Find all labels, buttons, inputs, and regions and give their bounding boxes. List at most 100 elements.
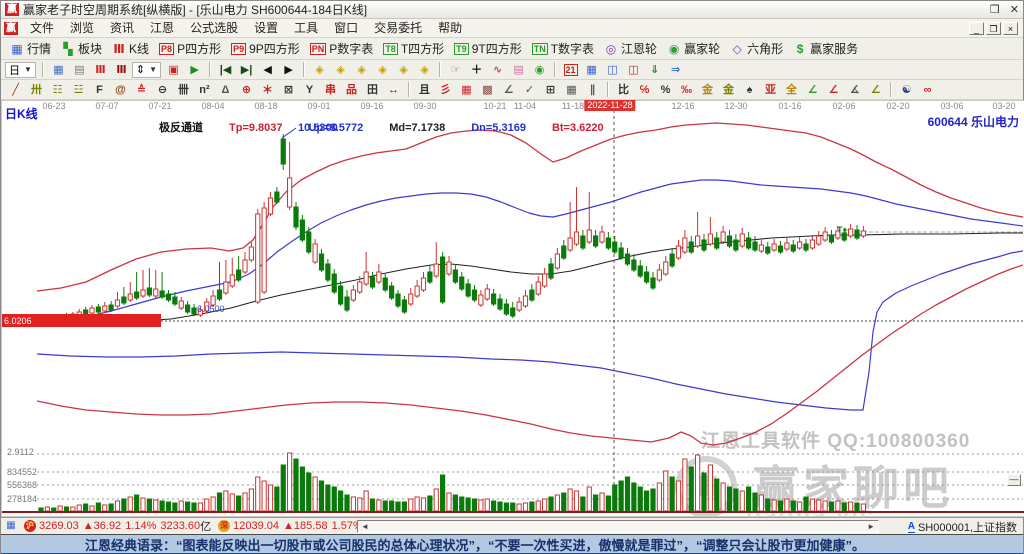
step-back-icon[interactable]: ◀ (258, 62, 277, 78)
rays-icon[interactable]: 彡 (436, 82, 455, 98)
gann-diamond-compress-icon[interactable]: ◈ (373, 62, 392, 78)
pen-tool-icon[interactable]: ╱ (6, 82, 25, 98)
quote-board-icon[interactable]: ▤ (70, 62, 89, 78)
sheet-icon[interactable]: ⊞ (541, 82, 560, 98)
calculator-icon[interactable]: ▦ (582, 62, 601, 78)
gann-diamond-right-icon[interactable]: ◈ (331, 62, 350, 78)
go-first-icon[interactable]: |◀ (216, 62, 235, 78)
winner-wheel-button[interactable]: ◉赢家轮 (662, 39, 725, 58)
menu-设置[interactable]: 设置 (246, 20, 286, 36)
gold-section2-icon[interactable]: 金 (719, 82, 738, 98)
window-tool-icon[interactable]: 且 (415, 82, 434, 98)
restore-window-button[interactable]: ❐ (990, 3, 1000, 17)
gold-section-icon[interactable]: 金 (698, 82, 717, 98)
hexagon-button[interactable]: ◇六角形 (725, 39, 788, 58)
percent-line-icon[interactable]: ℅ (635, 82, 654, 98)
crosshair-tool-icon[interactable]: ＋ (467, 62, 486, 78)
quote-grid-icon[interactable]: ▦ (4, 520, 18, 532)
parallel-lines-icon[interactable]: ∥ (583, 82, 602, 98)
star-icon[interactable]: ＊ (258, 82, 277, 98)
gann-diamond-up-icon[interactable]: ◈ (394, 62, 413, 78)
cycle-icon[interactable]: ⊖ (153, 82, 172, 98)
t-number-table-button[interactable]: TNT数字表 (527, 39, 599, 58)
menu-文件[interactable]: 文件 (22, 20, 62, 36)
tab-daily-kline[interactable]: 日K线 (5, 105, 38, 122)
t9-square-button[interactable]: T99T四方形 (449, 39, 527, 58)
gann-grid2-icon[interactable]: ☳ (69, 82, 88, 98)
kline-button[interactable]: ⅢK线 (107, 39, 154, 58)
flag-icon[interactable]: ▶ (185, 62, 204, 78)
send-icon[interactable]: ⇒ (666, 62, 685, 78)
winner-service-button[interactable]: $赢家服务 (788, 39, 863, 58)
menu-交易委托[interactable]: 交易委托 (366, 20, 430, 36)
measure-tool-icon[interactable]: ∿ (488, 62, 507, 78)
angle-red-icon[interactable]: ∠ (824, 82, 843, 98)
target-icon[interactable]: ⊕ (237, 82, 256, 98)
dark-grid-icon[interactable]: ▩ (478, 82, 497, 98)
angle-measure-icon[interactable]: ∡ (845, 82, 864, 98)
percent-icon[interactable]: % (656, 82, 675, 98)
red-grid-icon[interactable]: ▦ (457, 82, 476, 98)
overlay-index-icon[interactable]: A (908, 522, 915, 533)
kline-frame-icon[interactable]: ▣ (164, 62, 183, 78)
splitter-collapse-button[interactable]: — (1007, 474, 1021, 486)
pencil-angle-icon[interactable]: ∠ (499, 82, 518, 98)
horizontal-scrollbar[interactable]: ◄ ► (357, 520, 879, 533)
gann-diamond-expand-icon[interactable]: ◈ (352, 62, 371, 78)
gann-diamond-down-icon[interactable]: ◈ (415, 62, 434, 78)
red-level-icon[interactable]: 亚 (761, 82, 780, 98)
scale-dropdown[interactable]: ⇕▼ (132, 62, 161, 78)
gann-wheel-button[interactable]: ◎江恩轮 (599, 39, 662, 58)
menu-窗口[interactable]: 窗口 (326, 20, 366, 36)
step-forward-icon[interactable]: ▶ (279, 62, 298, 78)
menu-江恩[interactable]: 江恩 (142, 20, 182, 36)
save-red-icon[interactable]: ◫ (624, 62, 643, 78)
n2-grid-icon[interactable]: n² (195, 82, 214, 98)
spade-marker-icon[interactable]: ♠ (740, 82, 759, 98)
gann-grid-icon[interactable]: ☷ (48, 82, 67, 98)
gold-box-icon[interactable]: 全 (782, 82, 801, 98)
sheet2-icon[interactable]: ▦ (562, 82, 581, 98)
go-last-icon[interactable]: ▶| (237, 62, 256, 78)
angle-green-icon[interactable]: ∠ (803, 82, 822, 98)
quotes-button[interactable]: ▦行情 (5, 39, 56, 58)
kline-chart-canvas[interactable]: 6.02066.0500T+2.9112834552556368278184 (1, 100, 1024, 517)
infinity-icon[interactable]: ∞ (918, 82, 937, 98)
box-x-icon[interactable]: ⊠ (279, 82, 298, 98)
permille-icon[interactable]: ‰ (677, 82, 696, 98)
menu-公式选股[interactable]: 公式选股 (182, 20, 246, 36)
menu-浏览[interactable]: 浏览 (62, 20, 102, 36)
gann-lines-icon[interactable]: 卅 (27, 82, 46, 98)
p-square-button[interactable]: P8P四方形 (154, 39, 226, 58)
spiral-icon[interactable]: @ (111, 82, 130, 98)
marker-icon[interactable]: ≙ (132, 82, 151, 98)
grid-icon[interactable]: 田 (363, 82, 382, 98)
pagoda-icon[interactable]: 串 (321, 82, 340, 98)
p9-square-button[interactable]: P99P四方形 (226, 39, 305, 58)
menu-资讯[interactable]: 资讯 (102, 20, 142, 36)
check-line-icon[interactable]: ✓ (520, 82, 539, 98)
menu-帮助[interactable]: 帮助 (430, 20, 470, 36)
minimize-child-button[interactable]: _ (969, 22, 984, 35)
taiji-icon[interactable]: ☯ (897, 82, 916, 98)
chart-window-icon[interactable]: ▦ (49, 62, 68, 78)
pagoda2-icon[interactable]: 品 (342, 82, 361, 98)
scroll-left-arrow[interactable]: ◄ (358, 522, 372, 531)
restore-child-button[interactable]: ❐ (986, 22, 1001, 35)
fork-icon[interactable]: Y (300, 82, 319, 98)
wheel-tool-icon[interactable]: ◉ (530, 62, 549, 78)
close-window-button[interactable]: ✕ (1010, 3, 1019, 17)
gann-diamond-left-icon[interactable]: ◈ (310, 62, 329, 78)
bars-count-icon[interactable]: 卌 (174, 82, 193, 98)
period-dropdown[interactable]: 日▼ (5, 62, 36, 78)
fibonacci-icon[interactable]: F (90, 82, 109, 98)
span-arrows-icon[interactable]: ↔ (384, 82, 403, 98)
angle-a-icon[interactable]: Δ (216, 82, 235, 98)
ratio-icon[interactable]: 比 (614, 82, 633, 98)
t-square-button[interactable]: T8T四方形 (378, 39, 449, 58)
close-child-button[interactable]: × (1003, 22, 1018, 35)
chart-area[interactable]: 江恩工具软件 QQ:100800360 赢家聊吧 jiaoba.yjc 赢 6.… (1, 100, 1024, 517)
sectors-button[interactable]: ▚板块 (56, 39, 107, 58)
export-icon[interactable]: ⇓ (645, 62, 664, 78)
p-number-table-button[interactable]: PNP数字表 (305, 39, 379, 58)
